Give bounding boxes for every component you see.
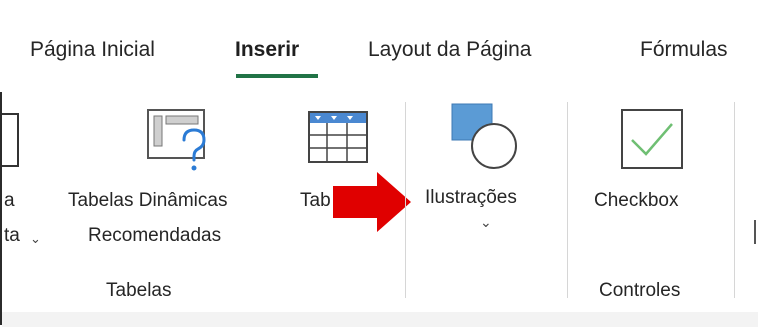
group-label-controles: Controles bbox=[599, 280, 681, 301]
pivottable-label-line1[interactable]: a bbox=[4, 190, 15, 212]
pivottable-icon[interactable] bbox=[2, 112, 22, 172]
active-tab-indicator bbox=[236, 74, 318, 78]
table-icon[interactable] bbox=[307, 110, 371, 170]
recommended-pivottables-label-line2[interactable]: Recomendadas bbox=[88, 225, 221, 247]
checkbox-label[interactable]: Checkbox bbox=[594, 190, 679, 212]
table-label[interactable]: Tab bbox=[300, 190, 331, 212]
recommended-pivottables-icon[interactable] bbox=[140, 106, 212, 178]
ribbon-body: a ta ⌄ Tabelas Dinâmicas Recomendadas Ta… bbox=[2, 92, 758, 312]
group-separator bbox=[405, 102, 406, 298]
group-separator bbox=[567, 102, 568, 298]
checkbox-icon[interactable] bbox=[620, 108, 686, 170]
partial-icon-edge bbox=[754, 220, 756, 244]
red-arrow-icon bbox=[333, 172, 411, 232]
tab-pagina-inicial[interactable]: Página Inicial bbox=[30, 38, 155, 62]
group-separator bbox=[734, 102, 735, 298]
chevron-down-icon[interactable]: ⌄ bbox=[30, 231, 41, 247]
group-label-tabelas: Tabelas bbox=[106, 280, 172, 301]
tab-layout-da-pagina[interactable]: Layout da Página bbox=[368, 38, 531, 62]
tab-formulas[interactable]: Fórmulas bbox=[640, 38, 728, 62]
pivottable-label-line2[interactable]: ta bbox=[4, 225, 20, 247]
chevron-down-icon[interactable]: ⌄ bbox=[480, 214, 492, 231]
tab-inserir[interactable]: Inserir bbox=[235, 38, 299, 62]
ribbon-tabs: Página Inicial Inserir Layout da Página … bbox=[0, 0, 758, 92]
ribbon-bottom-border bbox=[2, 312, 758, 327]
illustrations-label[interactable]: Ilustrações bbox=[425, 187, 517, 209]
recommended-pivottables-label-line1[interactable]: Tabelas Dinâmicas bbox=[68, 190, 227, 212]
illustrations-icon[interactable] bbox=[450, 102, 520, 170]
